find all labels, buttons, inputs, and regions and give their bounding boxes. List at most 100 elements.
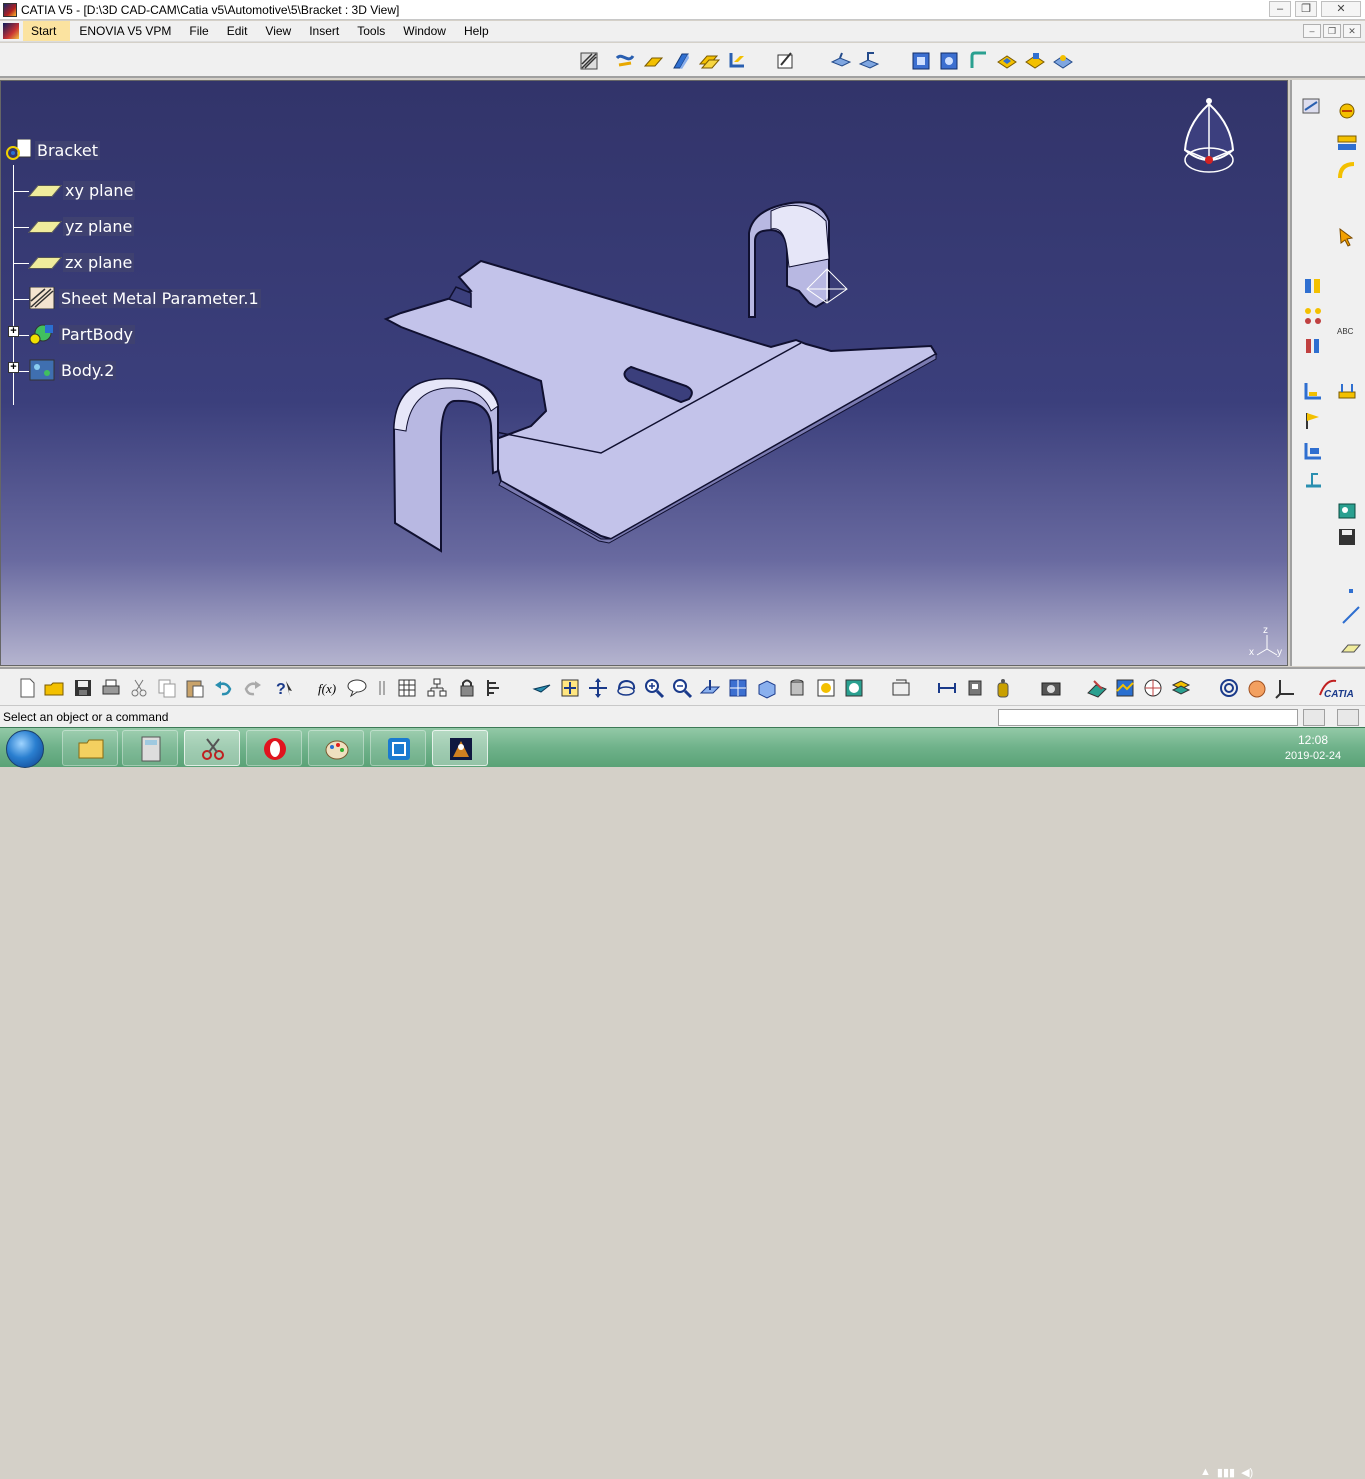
menu-window[interactable]: Window bbox=[394, 24, 455, 38]
taskbar-snipping-tool[interactable] bbox=[184, 730, 240, 766]
menu-file[interactable]: File bbox=[180, 24, 217, 38]
apply-material-icon[interactable] bbox=[1086, 677, 1108, 699]
stamp-icon[interactable] bbox=[996, 50, 1018, 72]
menu-view[interactable]: View bbox=[256, 24, 300, 38]
dropdown-icon[interactable] bbox=[1052, 50, 1074, 72]
pattern-icon[interactable] bbox=[1024, 50, 1046, 72]
expand-body2[interactable]: + bbox=[8, 362, 19, 373]
save-floppy-icon[interactable] bbox=[1336, 526, 1358, 548]
tree-node-sheet-metal-parameter[interactable]: Sheet Metal Parameter.1 bbox=[29, 287, 261, 309]
3d-viewport[interactable]: z x y Bracket xy plane yz plane zx plane bbox=[0, 80, 1288, 666]
measure-tool-icon[interactable] bbox=[1336, 380, 1358, 402]
windows-start-button[interactable] bbox=[6, 730, 44, 768]
swept-wall-icon[interactable] bbox=[698, 50, 720, 72]
wall-icon[interactable] bbox=[614, 50, 636, 72]
open-icon[interactable] bbox=[43, 677, 65, 699]
taskbar-explorer[interactable] bbox=[62, 730, 118, 766]
unfold-icon[interactable] bbox=[830, 50, 852, 72]
flag-icon[interactable] bbox=[1302, 410, 1324, 432]
clock-time[interactable]: 12:08 bbox=[1282, 733, 1344, 747]
iso-view-icon[interactable] bbox=[755, 677, 777, 699]
taskbar-calculator[interactable] bbox=[122, 730, 178, 766]
shading-icon[interactable] bbox=[786, 677, 808, 699]
rotate-icon[interactable] bbox=[615, 677, 637, 699]
command-option-button[interactable] bbox=[1303, 709, 1325, 726]
line-icon[interactable] bbox=[1340, 604, 1362, 626]
grid-icon[interactable] bbox=[396, 677, 418, 699]
tree-node-xy-plane[interactable]: xy plane bbox=[27, 181, 136, 200]
taskbar-opera[interactable] bbox=[246, 730, 302, 766]
menu-insert[interactable]: Insert bbox=[300, 24, 348, 38]
taskbar-paint[interactable] bbox=[308, 730, 364, 766]
tree-root-bracket[interactable]: Bracket bbox=[5, 139, 100, 161]
annotation-icon[interactable] bbox=[1302, 468, 1324, 490]
hem-icon[interactable] bbox=[726, 50, 748, 72]
taskbar-catia[interactable] bbox=[432, 730, 488, 766]
corner-icon[interactable] bbox=[968, 50, 990, 72]
tree-node-body2[interactable]: Body.2 bbox=[29, 359, 117, 381]
fly-mode-icon[interactable] bbox=[531, 677, 553, 699]
normal-view-icon[interactable] bbox=[699, 677, 721, 699]
copy-icon[interactable] bbox=[156, 677, 178, 699]
point-icon[interactable] bbox=[1340, 580, 1362, 602]
doc-minimize-button[interactable]: – bbox=[1303, 24, 1321, 38]
image-icon[interactable] bbox=[1336, 500, 1358, 522]
menu-tools[interactable]: Tools bbox=[348, 24, 394, 38]
fillet-icon[interactable] bbox=[1336, 160, 1358, 182]
cut-out-icon[interactable] bbox=[910, 50, 932, 72]
cut-icon[interactable] bbox=[128, 677, 150, 699]
axis-tool-icon[interactable] bbox=[1302, 335, 1324, 357]
tree-node-zx-plane[interactable]: zx plane bbox=[27, 253, 135, 272]
multi-view-icon[interactable] bbox=[727, 677, 749, 699]
sketcher-icon[interactable] bbox=[1300, 96, 1322, 118]
undo-icon[interactable] bbox=[212, 677, 234, 699]
doc-close-button[interactable]: ✕ bbox=[1343, 24, 1361, 38]
paste-icon[interactable] bbox=[184, 677, 206, 699]
doc-restore-button[interactable]: ❐ bbox=[1323, 24, 1341, 38]
extrusion-icon[interactable] bbox=[670, 50, 692, 72]
sheet-metal-parameters-icon[interactable] bbox=[578, 50, 600, 72]
whats-this-icon[interactable]: ? bbox=[272, 677, 294, 699]
select-arrow-icon[interactable] bbox=[1336, 226, 1358, 248]
menu-help[interactable]: Help bbox=[455, 24, 498, 38]
tray-signal-icon[interactable]: ▮▮▮ bbox=[1217, 1466, 1235, 1479]
parameter-icon[interactable] bbox=[484, 677, 506, 699]
check-icon[interactable] bbox=[372, 677, 394, 699]
expand-partbody[interactable]: + bbox=[8, 326, 19, 337]
constraint-icon[interactable] bbox=[1302, 275, 1324, 297]
swirl-icon[interactable] bbox=[1218, 677, 1240, 699]
pan-icon[interactable] bbox=[587, 677, 609, 699]
minimize-button[interactable]: – bbox=[1269, 1, 1291, 17]
globe-icon[interactable] bbox=[1142, 677, 1164, 699]
catalog-icon[interactable] bbox=[890, 677, 912, 699]
menu-edit[interactable]: Edit bbox=[218, 24, 257, 38]
taskbar-screen-app[interactable] bbox=[370, 730, 426, 766]
plane-tool-icon[interactable] bbox=[1340, 636, 1362, 658]
clock-date[interactable]: 2019-02-24 bbox=[1278, 750, 1348, 762]
menu-enovia[interactable]: ENOVIA V5 VPM bbox=[70, 24, 180, 38]
swap-space-icon[interactable] bbox=[843, 677, 865, 699]
inertia-icon[interactable] bbox=[964, 677, 986, 699]
flange-icon[interactable] bbox=[642, 50, 664, 72]
new-icon[interactable] bbox=[16, 677, 38, 699]
command-stop-button[interactable] bbox=[1337, 709, 1359, 726]
render-icon[interactable] bbox=[1114, 677, 1136, 699]
formula-icon[interactable]: f(x) bbox=[318, 677, 340, 699]
hand-icon[interactable] bbox=[1246, 677, 1268, 699]
knowledge-icon[interactable] bbox=[346, 677, 368, 699]
print-icon[interactable] bbox=[100, 677, 122, 699]
restore-button[interactable]: ❐ bbox=[1295, 1, 1317, 17]
close-button[interactable]: ✕ bbox=[1321, 1, 1361, 17]
start-menu-icon[interactable] bbox=[3, 23, 19, 39]
zoom-in-icon[interactable] bbox=[643, 677, 665, 699]
fold-icon[interactable] bbox=[858, 50, 880, 72]
weight-icon[interactable] bbox=[992, 677, 1014, 699]
lock-icon[interactable] bbox=[456, 677, 478, 699]
layers-icon[interactable] bbox=[1170, 677, 1192, 699]
zoom-out-icon[interactable] bbox=[671, 677, 693, 699]
abc-text-icon[interactable]: ABC bbox=[1336, 320, 1358, 342]
tree-node-yz-plane[interactable]: yz plane bbox=[27, 217, 135, 236]
sketch-icon[interactable] bbox=[775, 50, 797, 72]
datum-icon[interactable] bbox=[1302, 380, 1324, 402]
pattern-tool-icon[interactable] bbox=[1302, 305, 1324, 327]
